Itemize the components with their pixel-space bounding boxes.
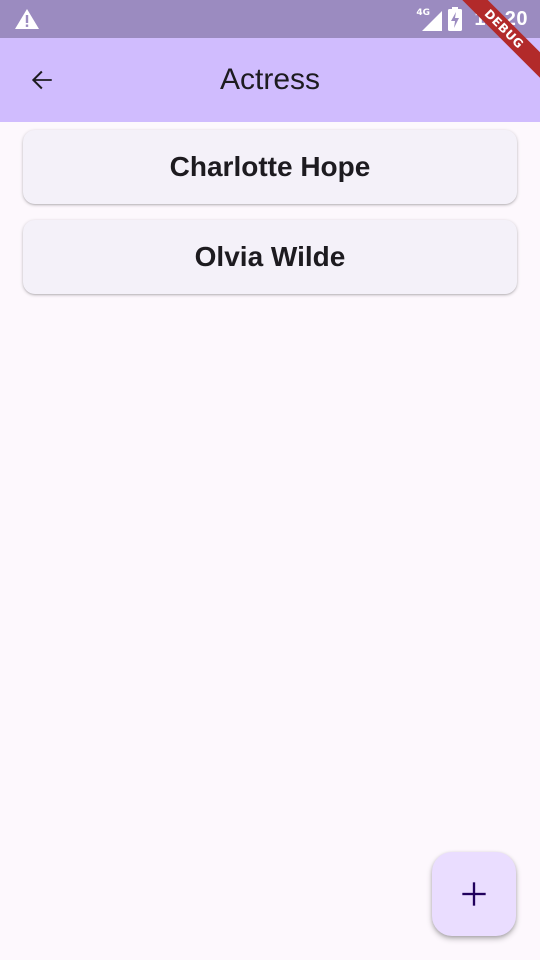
page-title: Actress xyxy=(219,63,321,96)
cell-signal-icon xyxy=(422,11,443,31)
add-actress-button[interactable] xyxy=(432,852,516,936)
list-item[interactable]: Olvia Wilde xyxy=(23,220,517,294)
screen: 4G 16:20 DEBUG Actress Charlotte Hope Ol… xyxy=(0,0,540,960)
battery-charging-icon xyxy=(448,7,463,31)
list-item-label: Charlotte Hope xyxy=(169,151,371,182)
status-bar: 4G 16:20 xyxy=(0,0,540,38)
cell-signal: 4G xyxy=(416,7,443,31)
status-icons: 4G 16:20 xyxy=(416,0,528,38)
arrow-back-icon xyxy=(31,70,52,90)
back-button[interactable] xyxy=(18,56,66,104)
warning-icon xyxy=(15,9,39,29)
actress-list: Charlotte Hope Olvia Wilde xyxy=(23,130,517,310)
list-item-label: Olvia Wilde xyxy=(194,241,346,272)
list-item[interactable]: Charlotte Hope xyxy=(23,130,517,204)
app-bar: Actress xyxy=(0,38,540,122)
status-time: 16:20 xyxy=(474,7,528,30)
plus-icon xyxy=(462,882,486,906)
